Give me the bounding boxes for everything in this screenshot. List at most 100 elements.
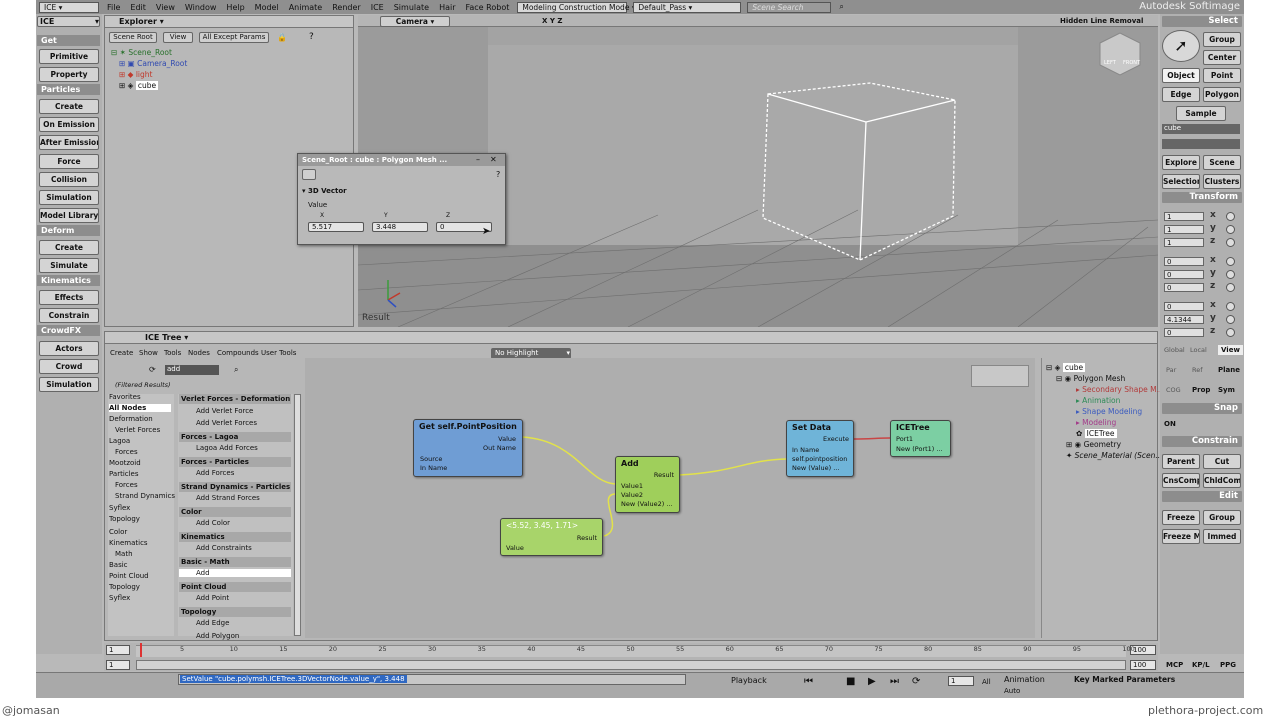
deform-simulate-button[interactable]: Simulate (39, 258, 99, 273)
freeze-m-button[interactable]: Freeze M (1162, 529, 1200, 544)
cut-button[interactable]: Cut (1203, 454, 1241, 469)
timeline-bottom-start-field[interactable]: 1 (106, 660, 130, 670)
ref-view[interactable]: View (1218, 345, 1243, 355)
edge-button[interactable]: Edge (1162, 87, 1200, 102)
menu-view[interactable]: View (151, 3, 180, 12)
timeline-bottom-end-field[interactable]: 100 (1130, 660, 1156, 670)
selection-name-field[interactable]: cube (1162, 124, 1240, 134)
ref-global[interactable]: Global (1164, 346, 1185, 354)
transform-value-field[interactable]: 1 (1164, 225, 1204, 234)
port-result[interactable]: Result (654, 471, 674, 479)
port-in-name[interactable]: In Name (420, 464, 447, 472)
ref-ref[interactable]: Ref (1192, 366, 1203, 374)
ppg-tab[interactable]: PPG (1220, 661, 1236, 669)
port-out-name[interactable]: Out Name (483, 444, 516, 452)
select-arrow-icon[interactable]: ➚ (1162, 30, 1200, 62)
play-icon[interactable]: ▶ (868, 676, 876, 687)
ref-plane[interactable]: Plane (1218, 366, 1240, 374)
transform-dial-icon[interactable] (1226, 212, 1235, 221)
category-item[interactable]: Favorites (109, 393, 141, 401)
selection-button[interactable]: Selection (1162, 174, 1200, 189)
center-button[interactable]: Center (1203, 50, 1241, 65)
transform-value-field[interactable]: 0 (1164, 302, 1204, 311)
set-data-node[interactable]: Set Data Execute In Name self.pointposit… (786, 420, 854, 477)
port-value-out[interactable]: Value (498, 435, 516, 443)
port-value1[interactable]: Value1 (621, 482, 643, 490)
effects-button[interactable]: Effects (39, 290, 99, 305)
construction-mode-select[interactable]: Modeling Construction Mode ▾ (517, 1, 636, 13)
kinematics-constrain-button[interactable]: Constrain (39, 308, 99, 323)
scene-tree-animation[interactable]: ▸ Animation (1076, 396, 1120, 405)
lock-icon[interactable]: 🔒 (277, 33, 287, 42)
category-item[interactable]: Particles (109, 470, 139, 478)
add-node[interactable]: Add Result Value1 Value2 New (Value2) ..… (615, 456, 680, 513)
rewind-icon[interactable]: ⏮ (804, 676, 813, 687)
transform-value-field[interactable]: 0 (1164, 270, 1204, 279)
scene-tree-shape-modeling[interactable]: ▸ Shape Modeling (1076, 407, 1142, 416)
port-new-port1[interactable]: New (Port1) ... (896, 445, 943, 453)
result-item[interactable]: Add Edge (196, 619, 229, 627)
transform-value-field[interactable]: 1 (1164, 238, 1204, 247)
command-text[interactable]: SetValue "cube.polymsh.ICETree.3DVectorN… (180, 675, 407, 683)
result-item[interactable]: Add Point (196, 594, 229, 602)
result-item[interactable]: Add Verlet Forces (196, 419, 257, 427)
transform-value-field[interactable]: 1 (1164, 212, 1204, 221)
port-value[interactable]: Value (506, 544, 524, 552)
menu-ice[interactable]: ICE (366, 3, 389, 12)
ice-menu-show[interactable]: Show (139, 349, 158, 357)
kpl-tab[interactable]: KP/L (1192, 661, 1210, 669)
ref-prop[interactable]: Prop (1192, 386, 1210, 394)
ice-tree-root-node[interactable]: ICETree Port1 New (Port1) ... (890, 420, 951, 457)
scene-tree-icetree[interactable]: ✿ ICETree (1076, 429, 1117, 438)
scene-tree-scene-material[interactable]: ✦ Scene_Material (Scen... (1066, 451, 1162, 460)
result-item[interactable]: Add Strand Forces (196, 494, 260, 502)
simulation-button[interactable]: Simulation (39, 190, 99, 205)
freeze-button[interactable]: Freeze (1162, 510, 1200, 525)
parent-button[interactable]: Parent (1162, 454, 1200, 469)
category-item[interactable]: Lagoa (109, 437, 130, 445)
toolbar-select[interactable]: ICE ▾ (37, 16, 100, 27)
object-button[interactable]: Object (1162, 68, 1200, 83)
category-item[interactable]: Syflex (109, 504, 130, 512)
minimize-icon[interactable]: – (476, 155, 480, 164)
node-search-input[interactable]: add (165, 365, 219, 375)
category-item[interactable]: Forces (115, 481, 138, 489)
help-icon[interactable]: ? (309, 32, 314, 42)
property-button[interactable]: Property (39, 67, 99, 82)
playhead[interactable] (140, 643, 142, 657)
transform-dial-icon[interactable] (1226, 283, 1235, 292)
pass-select[interactable]: Default_Pass ▾ (633, 1, 742, 13)
ice-menu-tools[interactable]: Tools (164, 349, 181, 357)
selection-filter-field[interactable] (1162, 139, 1240, 149)
actors-button[interactable]: Actors (39, 341, 99, 356)
all-label[interactable]: All (982, 678, 991, 686)
model-library-button[interactable]: Model Library (39, 208, 99, 223)
transform-dial-icon[interactable] (1226, 315, 1235, 324)
display-mode-label[interactable]: Hidden Line Removal (1060, 17, 1143, 25)
axes-toggle[interactable]: X Y Z (542, 17, 562, 25)
menu-render[interactable]: Render (327, 3, 365, 12)
scene-tree-modeling[interactable]: ▸ Modeling (1076, 418, 1116, 427)
scene-search-input[interactable]: Scene Search (747, 1, 832, 13)
explorer-item-camera-root[interactable]: ⊞ ▣ Camera_Root (119, 59, 187, 68)
ppg-section-title[interactable]: ▾ 3D Vector (302, 187, 347, 195)
category-item[interactable]: Forces (115, 448, 138, 456)
category-item[interactable]: All Nodes (109, 404, 171, 412)
explore-button[interactable]: Explore (1162, 155, 1200, 170)
port-value2[interactable]: Value2 (621, 491, 643, 499)
scene-button[interactable]: Scene (1203, 155, 1241, 170)
edit-group-button[interactable]: Group (1203, 510, 1241, 525)
category-item[interactable]: Point Cloud (109, 572, 149, 580)
on-emission-button[interactable]: On Emission (39, 117, 99, 132)
menu-face-robot[interactable]: Face Robot (461, 3, 515, 12)
category-item[interactable]: Kinematics (109, 539, 148, 547)
ice-menu-nodes[interactable]: Nodes (188, 349, 210, 357)
transform-value-field[interactable]: 0 (1164, 328, 1204, 337)
port-new-value2[interactable]: New (Value2) ... (621, 500, 673, 508)
scene-tree-cube[interactable]: ⊟ ◈ cube (1046, 363, 1086, 372)
ice-layout-select[interactable]: ICE ▾ (39, 1, 99, 13)
menu-edit[interactable]: Edit (125, 3, 151, 12)
view-cube-left[interactable]: LEFT (1104, 60, 1116, 66)
ref-local[interactable]: Local (1190, 346, 1207, 354)
cnscomp-button[interactable]: CnsComp (1162, 473, 1200, 488)
